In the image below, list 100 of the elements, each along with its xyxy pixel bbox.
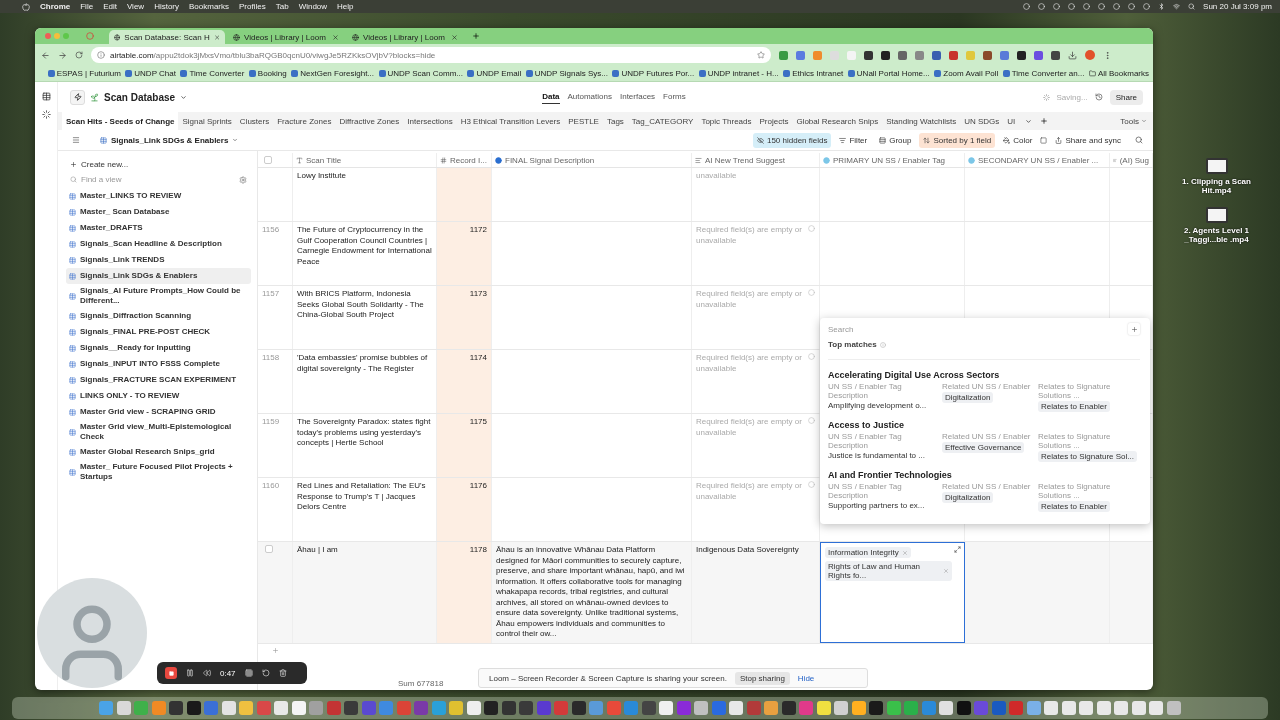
table-tab[interactable]: Topic Threads — [697, 112, 756, 130]
sidebar-item[interactable]: Signals_Scan Headline & Description — [66, 236, 251, 252]
close-icon[interactable] — [451, 33, 458, 41]
pause-icon[interactable] — [186, 669, 194, 677]
bookmark[interactable]: ESPAS | Futurium — [47, 69, 121, 78]
option-title[interactable]: Access to Justice — [828, 420, 905, 430]
filter-button[interactable]: Filter — [835, 132, 872, 148]
table-tab[interactable]: Clusters — [235, 112, 274, 130]
forward-icon[interactable] — [58, 50, 67, 60]
app-icon[interactable] — [1166, 701, 1181, 715]
menu-item[interactable]: Chrome — [40, 2, 71, 11]
close-icon[interactable] — [45, 33, 51, 39]
hide-link[interactable]: Hide — [797, 673, 815, 683]
video-file-icon[interactable] — [1205, 158, 1228, 174]
view-switcher[interactable]: Signals_Link SDGs & Enablers — [94, 134, 245, 146]
bookmark[interactable]: NextGen Foresight... — [291, 69, 375, 78]
video-file-icon[interactable] — [1205, 207, 1228, 223]
tag[interactable]: Information Integrity — [825, 547, 911, 558]
menu-item[interactable]: Help — [337, 2, 354, 11]
menu-icon[interactable] — [72, 136, 80, 144]
checkbox[interactable] — [265, 545, 273, 553]
app-icon[interactable] — [519, 701, 534, 715]
menu-item[interactable]: Edit — [103, 2, 117, 11]
app-icon[interactable] — [939, 701, 954, 715]
app-icon[interactable] — [449, 701, 464, 715]
sidebar-item[interactable]: Master_LINKS TO REVIEW — [66, 188, 251, 204]
more-icon[interactable] — [1103, 50, 1112, 60]
app-icon[interactable] — [834, 701, 849, 715]
bookmark[interactable]: Ethics Intranet — [783, 69, 844, 78]
stop-button[interactable] — [165, 667, 177, 679]
table-tab[interactable]: Global Research Snips — [792, 112, 883, 130]
table-tab[interactable]: Fracture Zones — [273, 112, 336, 130]
sidebar-item[interactable]: Signals_Diffraction Scanning — [66, 308, 251, 324]
table-tab[interactable]: UI — [1003, 112, 1020, 130]
sidebar-item[interactable]: Master_ Scan Database — [66, 204, 251, 220]
nav-tab[interactable]: Data — [542, 90, 560, 104]
sidebar-item[interactable]: Signals_FINAL PRE-POST CHECK — [66, 324, 251, 340]
wifi-icon[interactable] — [1173, 3, 1181, 10]
column-header[interactable]: Scan Title — [306, 155, 342, 165]
download-icon[interactable] — [1068, 50, 1077, 60]
trash-icon[interactable] — [278, 669, 287, 677]
bookmark[interactable]: UNall Portal Home... — [847, 69, 930, 78]
bookmark[interactable]: Time Converter an... — [1002, 69, 1085, 78]
app-icon[interactable] — [641, 701, 656, 715]
sidebar-item[interactable]: Signals_INPUT INTO FSSS Complete — [66, 356, 251, 372]
file-name[interactable]: 1. Clipping a Scan Hit.mp4 — [1166, 177, 1267, 195]
app-icon[interactable] — [291, 701, 306, 715]
sidebar-item[interactable]: Signals_AI Future Prompts_How Could be Different... — [66, 284, 251, 308]
sidebar-item[interactable]: Master Grid view - SCRAPING GRID — [66, 404, 251, 420]
app-icon[interactable] — [694, 701, 709, 715]
nav-tab[interactable]: Interfaces — [619, 90, 656, 104]
app-icon[interactable] — [729, 701, 744, 715]
app-icon[interactable] — [764, 701, 779, 715]
app-icon[interactable] — [501, 701, 516, 715]
tools-button[interactable]: Tools — [1120, 116, 1147, 126]
app-icon[interactable] — [869, 701, 884, 715]
app-icon[interactable] — [1096, 701, 1111, 715]
sidebar-item[interactable]: Master_DRAFTS — [66, 220, 251, 236]
group-button[interactable]: Group — [875, 132, 916, 148]
color-button[interactable]: Color — [999, 132, 1037, 148]
app-icon[interactable] — [659, 701, 674, 715]
app-icon[interactable] — [169, 701, 184, 715]
app-icon[interactable] — [886, 701, 901, 715]
settings-icon[interactable] — [239, 175, 247, 184]
table-tab[interactable]: Signal Sprints — [178, 112, 236, 130]
app-icon[interactable] — [274, 701, 289, 715]
table-tab[interactable]: UN SDGs — [960, 112, 1004, 130]
checkbox[interactable] — [264, 156, 272, 164]
back-icon[interactable] — [41, 50, 50, 60]
history-icon[interactable] — [1094, 93, 1103, 101]
menu-item[interactable]: Profiles — [239, 2, 266, 11]
column-header[interactable]: SECONDARY UN SS / Enabler ... — [978, 155, 1099, 165]
close-icon[interactable] — [332, 33, 339, 41]
bookmark[interactable]: UNDP Email — [467, 69, 522, 78]
app-icon[interactable] — [1149, 701, 1164, 715]
option-title[interactable]: AI and Frontier Technologies — [828, 470, 952, 480]
add-icon[interactable] — [1040, 117, 1049, 125]
menu-item[interactable]: View — [126, 2, 145, 11]
restart-icon[interactable] — [261, 669, 270, 677]
sidebar-item[interactable]: Master Global Research Snips_grid — [66, 444, 251, 460]
bolt-button[interactable] — [70, 89, 85, 105]
browser-tab[interactable]: Videos | Library | Loom — [347, 30, 463, 44]
sidebar-item[interactable]: Master_ Future Focused Pilot Projects + Startups — [66, 460, 251, 484]
app-icon[interactable] — [1044, 701, 1059, 715]
bookmark[interactable]: UNDP Chat — [125, 69, 176, 78]
table-tab[interactable]: Tag_CATEGORY — [627, 112, 698, 130]
rewind-icon[interactable] — [203, 669, 211, 677]
table-tab[interactable]: Standing Watchlists — [882, 112, 961, 130]
app-icon[interactable] — [239, 701, 254, 715]
sidebar-item[interactable]: Signals_Link SDGs & Enablers — [66, 268, 251, 284]
reload-icon[interactable] — [75, 51, 83, 59]
new-tab-icon[interactable] — [472, 32, 480, 40]
table-tab[interactable]: Tags — [602, 112, 628, 130]
option-title[interactable]: Accelerating Digital Use Across Sectors — [828, 370, 1000, 380]
app-icon[interactable] — [571, 701, 586, 715]
expand-icon[interactable] — [954, 546, 961, 553]
table-row[interactable]: 1156 The Future of Cryptocurrency in the Gulf Cooperation Council Countries | Carnegie Endowment for International Peace 1172 Required field(s) are empty or unavailable — [258, 222, 1153, 286]
sort-button[interactable]: Sorted by 1 field — [919, 132, 996, 148]
bookmark[interactable]: Booking — [248, 69, 287, 78]
nav-tab[interactable]: Automations — [567, 90, 612, 104]
